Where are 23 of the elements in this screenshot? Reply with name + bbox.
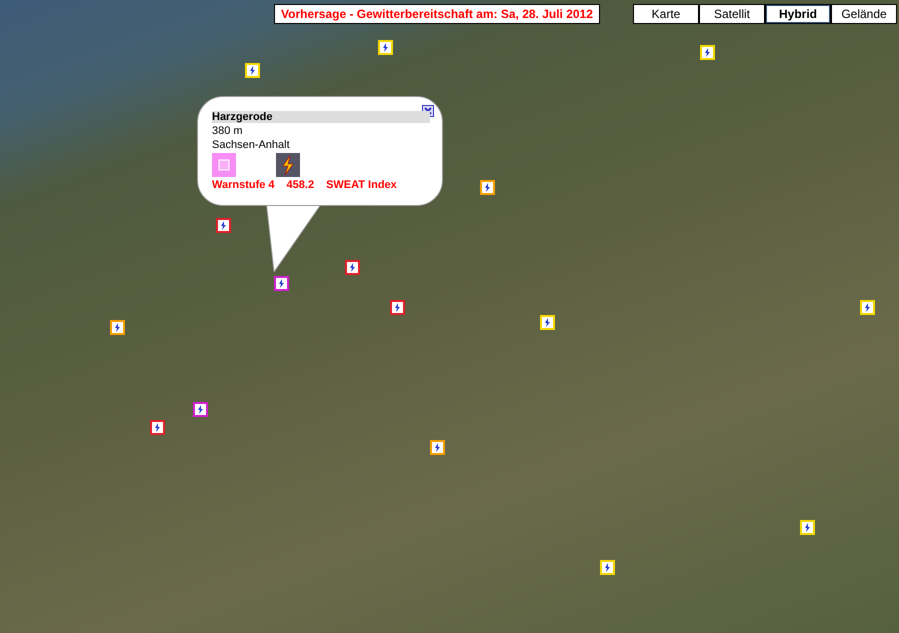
lightning-marker-icon[interactable]: [345, 260, 360, 275]
map-type-button[interactable]: Karte: [633, 4, 699, 24]
sweat-label: SWEAT Index: [326, 179, 397, 191]
altitude-text: 380 m: [212, 125, 244, 137]
storm-lightning-icon: [276, 153, 300, 177]
lightning-marker-icon[interactable]: [430, 440, 445, 455]
lightning-marker-icon[interactable]: [150, 420, 165, 435]
lightning-marker-icon[interactable]: [193, 402, 208, 417]
lightning-marker-icon[interactable]: [110, 320, 125, 335]
satellite-map[interactable]: Vorhersage - Gewitterbereitschaft am: Sa, 28. Juli 2012 Karte Satellit Hybrid Gelände Harzgerode 380 m Sachsen-Anhalt Warnstufe 4 458.2 SWEAT Index: [0, 0, 899, 633]
forecast-title: Vorhersage - Gewitterbereitschaft am: Sa, 28. Juli 2012: [274, 4, 600, 24]
map-type-button[interactable]: Gelände: [831, 4, 897, 24]
warning-square-icon: [212, 153, 236, 177]
place-name: Harzgerode: [212, 111, 430, 123]
lightning-marker-icon[interactable]: [390, 300, 405, 315]
lightning-marker-icon[interactable]: [274, 276, 289, 291]
map-type-button[interactable]: Hybrid: [765, 4, 831, 24]
region-text: Sachsen-Anhalt: [212, 139, 291, 151]
map-type-button[interactable]: Satellit: [699, 4, 765, 24]
warning-level-text: Warnstufe 4: [212, 179, 275, 191]
sweat-value: 458.2: [286, 179, 314, 191]
lightning-marker-icon[interactable]: [216, 218, 231, 233]
lightning-marker-icon[interactable]: [480, 180, 495, 195]
